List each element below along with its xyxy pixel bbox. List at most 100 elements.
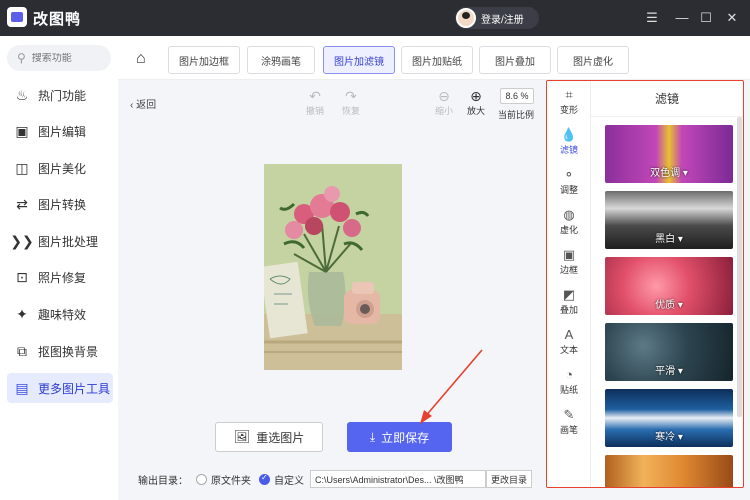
sidebar: ⚲ ♨ 热门功能 ▣ 图片编辑 ◫ 图片美化 ⇄ 图片转换 ❯❯ 图片批处理 ⊡… [0, 36, 118, 500]
tool-label: 叠加 [559, 305, 578, 315]
home-icon[interactable]: ⌂ [136, 50, 156, 68]
sidebar-item-label: 更多图片工具 [38, 381, 111, 396]
sidebar-item-batch[interactable]: ❯❯ 图片批处理 [7, 226, 113, 256]
undo-button[interactable]: ↶ 撤销 [300, 88, 330, 117]
sidebar-item-label: 图片批处理 [38, 234, 99, 249]
repair-icon: ⊡ [16, 268, 28, 285]
filter-label: 黑白 [655, 234, 676, 245]
sidebar-item-label: 图片美化 [38, 161, 87, 176]
login-button[interactable]: 登录/注册 [455, 7, 539, 29]
filter-label: 优质 [655, 300, 676, 311]
overlay-icon: ◩ [562, 287, 576, 302]
sidebar-item-hot[interactable]: ♨ 热门功能 [7, 80, 113, 110]
redo-label: 恢复 [341, 106, 360, 116]
save-icon: ⤓ [369, 429, 376, 444]
radio-original-folder[interactable] [196, 473, 207, 485]
undo-label: 撤销 [305, 106, 324, 116]
search-box[interactable]: ⚲ [7, 45, 111, 71]
sidebar-item-label: 照片修复 [38, 270, 87, 285]
tab-bar: ⌂ 图片加边框 涂鸦画笔 图片加滤镜 图片加贴纸 图片叠加 图片虚化 [118, 36, 750, 80]
filter-card-smooth[interactable]: 平滑 ▾ [605, 323, 733, 381]
tool-adjust[interactable]: ⚬ 调整 [547, 167, 591, 196]
caret-down-icon: ▾ [682, 168, 688, 179]
sidebar-item-label: 图片转换 [38, 197, 87, 212]
login-label: 登录/注册 [481, 14, 524, 26]
tool-overlay[interactable]: ◩ 叠加 [547, 287, 591, 316]
back-button[interactable]: ‹ 返回 [130, 96, 156, 111]
convert-icon: ⇄ [16, 195, 28, 212]
tool-filter[interactable]: 💧 滤镜 [547, 127, 591, 156]
sidebar-item-effects[interactable]: ✦ 趣味特效 [7, 299, 113, 329]
sidebar-item-label: 抠图换背景 [38, 344, 99, 359]
output-path-field[interactable]: C:\Users\Administrator\Des... \改图鸭 [310, 470, 486, 488]
menu-icon[interactable]: ☰ [644, 10, 660, 26]
redo-button[interactable]: ↷ 恢复 [336, 88, 366, 117]
filter-panel: ⌗ 变形 💧 滤镜 ⚬ 调整 ◍ 虚化 ▣ 边框 ◩ 叠加 A 文本 ◔ 贴纸 ✎ 画笔 滤镜 双… [546, 80, 744, 488]
sidebar-item-label: 图片编辑 [38, 124, 87, 139]
custom-folder-label: 自定义 [274, 475, 304, 487]
tab-blur[interactable]: 图片虚化 [557, 46, 629, 74]
filter-label: 寒冷 [655, 432, 676, 443]
maximize-icon[interactable]: ☐ [698, 10, 714, 26]
minimize-icon[interactable]: — [674, 10, 690, 26]
close-icon[interactable]: ✕ [724, 10, 740, 26]
title-bar: 改图鸭 登录/注册 ☰ — ☐ ✕ [0, 0, 750, 36]
original-folder-label: 原文件夹 [211, 475, 251, 487]
tab-overlay[interactable]: 图片叠加 [479, 46, 551, 74]
sidebar-item-beautify[interactable]: ◫ 图片美化 [7, 153, 113, 183]
tool-blur[interactable]: ◍ 虚化 [547, 207, 591, 236]
undo-icon: ↶ [309, 88, 321, 104]
caret-down-icon: ▾ [677, 300, 683, 311]
edit-tool-column: ⌗ 变形 💧 滤镜 ⚬ 调整 ◍ 虚化 ▣ 边框 ◩ 叠加 A 文本 ◔ 贴纸 ✎ 画笔 [547, 81, 591, 487]
app-title: 改图鸭 [33, 11, 82, 28]
image-icon: 🖼 [233, 429, 251, 444]
tool-label: 边框 [559, 265, 578, 275]
tab-sticker[interactable]: 图片加贴纸 [401, 46, 473, 74]
image-beautify-icon: ◫ [15, 159, 29, 176]
filter-card-premium[interactable]: 优质 ▾ [605, 257, 733, 315]
caret-down-icon: ▾ [677, 234, 683, 245]
output-directory-row: 输出目录： 原文件夹 自定义 C:\Users\Administrator\De… [138, 470, 533, 488]
reselect-image-button[interactable]: 🖼 重选图片 [215, 422, 323, 452]
zoom-out-button[interactable]: ⊖ 缩小 [429, 88, 459, 117]
sidebar-item-cutout[interactable]: ⧉ 抠图换背景 [7, 336, 113, 366]
sidebar-item-more-tools[interactable]: ▤ 更多图片工具 [7, 373, 113, 403]
tool-brush[interactable]: ✎ 画笔 [547, 407, 591, 436]
zoom-in-icon: ⊕ [470, 88, 482, 104]
sticker-icon: ◔ [565, 367, 573, 382]
tab-border[interactable]: 图片加边框 [168, 46, 240, 74]
tool-label: 文本 [559, 345, 578, 355]
batch-icon: ❯❯ [10, 232, 34, 249]
tool-sticker[interactable]: ◔ 贴纸 [547, 367, 591, 396]
tab-doodle[interactable]: 涂鸦画笔 [247, 46, 315, 74]
tool-text[interactable]: A 文本 [547, 327, 591, 356]
change-directory-button[interactable]: 更改目录 [486, 470, 533, 488]
sidebar-item-convert[interactable]: ⇄ 图片转换 [7, 189, 113, 219]
edit-toolbar: ‹ 返回 ↶ 撤销 ↷ 恢复 ⊖ 缩小 ⊕ 放大 8.6 % 当前比例 [118, 80, 546, 120]
sidebar-item-image-edit[interactable]: ▣ 图片编辑 [7, 116, 113, 146]
redo-icon: ↷ [345, 88, 357, 104]
sidebar-item-label: 热门功能 [38, 88, 87, 103]
search-input[interactable] [31, 52, 102, 64]
tool-frame[interactable]: ▣ 边框 [547, 247, 591, 276]
zoom-in-button[interactable]: ⊕ 放大 [461, 88, 491, 117]
tool-transform[interactable]: ⌗ 变形 [547, 87, 591, 116]
image-edit-icon: ▣ [15, 122, 29, 139]
filter-label: 平滑 [655, 366, 676, 377]
tab-filter[interactable]: 图片加滤镜 [323, 46, 395, 74]
save-now-button[interactable]: ⤓ 立即保存 [347, 422, 452, 452]
filter-card-cold[interactable]: 寒冷 ▾ [605, 389, 733, 447]
cutout-icon: ⧉ [17, 342, 27, 359]
photo-preview [264, 164, 402, 370]
sidebar-item-repair[interactable]: ⊡ 照片修复 [7, 262, 113, 292]
back-label: 返回 [136, 100, 157, 111]
filter-card-duotone[interactable]: 双色调 ▾ [605, 125, 733, 183]
radio-custom-folder[interactable] [259, 473, 270, 485]
filter-scrollbar[interactable] [737, 117, 742, 417]
reselect-label: 重选图片 [256, 430, 305, 445]
zoom-value[interactable]: 8.6 % [500, 88, 534, 104]
filter-card-bw[interactable]: 黑白 ▾ [605, 191, 733, 249]
filter-card-warm[interactable]: 温暖 ▾ [605, 455, 733, 487]
sidebar-item-label: 趣味特效 [38, 307, 87, 322]
tool-label: 贴纸 [559, 385, 578, 395]
